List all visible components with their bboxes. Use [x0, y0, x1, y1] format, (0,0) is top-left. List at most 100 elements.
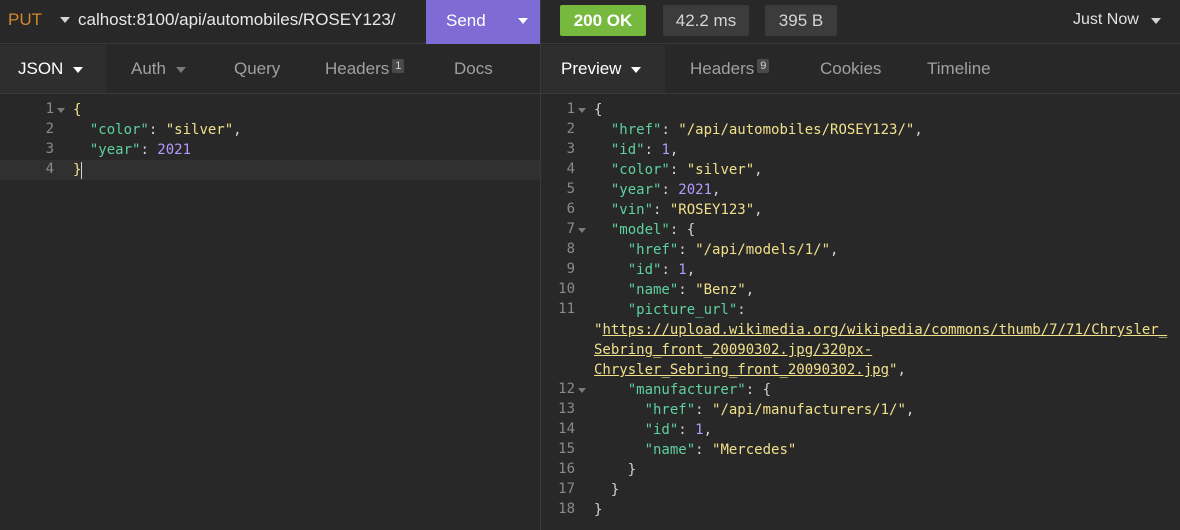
send-button[interactable]: Send: [426, 0, 540, 44]
json-number: 1: [661, 142, 670, 158]
tab-preview[interactable]: Preview: [561, 59, 642, 79]
code-line: "picture_url":: [627, 302, 746, 318]
code-line: }: [594, 462, 637, 478]
json-key: "href": [610, 122, 662, 138]
json-key: "model": [610, 222, 670, 238]
code-line: "manufacturer": {: [627, 382, 772, 398]
chevron-down-icon[interactable]: [60, 17, 70, 23]
json-string: "Benz": [695, 282, 746, 298]
picture-url-link[interactable]: Sebring_front_20090302.jpg/320px-: [594, 342, 872, 358]
json-key: "manufacturer": [627, 382, 746, 398]
code-line: {: [594, 102, 603, 118]
chevron-down-icon[interactable]: [1151, 18, 1161, 24]
json-key: "id": [627, 262, 662, 278]
picture-url-link[interactable]: https://upload.wikimedia.org/wikipedia/c…: [602, 322, 1167, 338]
line-number: 2: [45, 121, 54, 137]
top-bar: PUT calhost:8100/api/automobiles/ROSEY12…: [0, 0, 1180, 44]
headers-count-badge: 9: [757, 59, 770, 73]
line-number: 9: [566, 261, 575, 277]
tab-label: Auth: [131, 59, 166, 78]
json-key: "year": [89, 142, 141, 158]
json-string: "Mercedes": [712, 442, 797, 458]
fold-arrow-icon[interactable]: [57, 108, 65, 113]
tab-cookies[interactable]: Cookies: [820, 59, 881, 79]
json-string: "/api/manufacturers/1/": [712, 402, 906, 418]
url-input[interactable]: calhost:8100/api/automobiles/ROSEY123/: [78, 10, 420, 30]
line-number: 3: [566, 141, 575, 157]
line-number: 8: [566, 241, 575, 257]
method-selector[interactable]: PUT: [8, 10, 42, 30]
json-string: "ROSEY123": [669, 202, 755, 218]
line-number: 15: [558, 441, 575, 457]
response-size-badge: 395 B: [765, 5, 837, 36]
tab-auth[interactable]: Auth: [131, 59, 186, 79]
line-number: 4: [45, 161, 54, 177]
code-line: "year": 2021: [89, 142, 192, 158]
chevron-down-icon: [631, 66, 642, 73]
tab-response-headers[interactable]: Headers 9: [690, 59, 770, 79]
tab-query[interactable]: Query: [234, 59, 280, 79]
json-key: "year": [610, 182, 662, 198]
json-key: "name": [627, 282, 679, 298]
send-options-chevron-icon[interactable]: [518, 18, 528, 24]
json-string: "/api/models/1/": [695, 242, 831, 258]
code-line: }: [594, 502, 603, 518]
fold-arrow-icon[interactable]: [578, 388, 586, 393]
json-number: 2021: [678, 182, 713, 198]
text-cursor: [81, 161, 83, 179]
request-body-editor[interactable]: 1 2 3 4 { "color": "silver", "year": 202…: [0, 95, 540, 530]
json-key: "href": [627, 242, 679, 258]
code-line: "href": "/api/manufacturers/1/",: [644, 402, 915, 418]
json-key: "href": [644, 402, 696, 418]
json-key: "vin": [610, 202, 654, 218]
code-line: {: [73, 102, 82, 118]
fold-arrow-icon[interactable]: [578, 108, 586, 113]
tab-headers[interactable]: Headers 1: [325, 59, 405, 79]
tab-label: Docs: [454, 59, 493, 78]
line-number: 10: [558, 281, 575, 297]
response-time-badge: 42.2 ms: [663, 5, 749, 36]
code-line: "name": "Mercedes": [644, 442, 797, 458]
fold-arrow-icon[interactable]: [578, 228, 586, 233]
tab-label: Preview: [561, 59, 622, 78]
line-number: 16: [558, 461, 575, 477]
json-string: "silver": [165, 122, 234, 138]
code-line: Sebring_front_20090302.jpg/320px-: [594, 340, 872, 360]
json-key: "name": [644, 442, 696, 458]
response-preview[interactable]: 1 2 3 4 5 6 7 8 9 10 11 12 13 14 15 16 1…: [541, 95, 1180, 530]
json-number: 1: [695, 422, 704, 438]
json-key: "id": [644, 422, 679, 438]
code-line: "vin": "ROSEY123",: [610, 202, 763, 218]
tab-label: Headers: [325, 59, 390, 78]
json-number: 1: [678, 262, 687, 278]
line-number: 2: [566, 121, 575, 137]
code-line: }: [594, 482, 620, 498]
line-number: 12: [558, 381, 575, 397]
tab-docs[interactable]: Docs: [454, 59, 493, 79]
code-line: "https://upload.wikimedia.org/wikipedia/…: [594, 322, 1168, 338]
tab-label: Headers: [690, 59, 755, 78]
code-line: "id": 1,: [610, 142, 679, 158]
tab-timeline[interactable]: Timeline: [927, 59, 991, 79]
line-number: 1: [566, 101, 575, 117]
response-tabs: Preview Headers 9 Cookies Timeline: [541, 45, 1180, 94]
code-line: "name": "Benz",: [627, 282, 755, 298]
history-dropdown[interactable]: Just Now: [1073, 11, 1139, 29]
json-string: "/api/automobiles/ROSEY123/": [678, 122, 915, 138]
json-key: "color": [89, 122, 149, 138]
picture-url-link[interactable]: Chrysler_Sebring_front_20090302.jpg: [594, 362, 889, 378]
send-label: Send: [446, 11, 486, 30]
line-number: 6: [566, 201, 575, 217]
line-number: 13: [558, 401, 575, 417]
code-line: }: [73, 161, 83, 179]
tab-json[interactable]: JSON: [18, 59, 84, 79]
tab-label: Timeline: [927, 59, 991, 78]
json-key: "id": [610, 142, 645, 158]
line-number: 7: [566, 221, 575, 237]
line-number: 17: [558, 481, 575, 497]
json-number: 2021: [157, 142, 192, 158]
line-number: 4: [566, 161, 575, 177]
request-tabs: JSON Auth Query Headers 1 Docs: [0, 45, 540, 94]
line-number: 3: [45, 141, 54, 157]
line-number: 11: [558, 301, 575, 317]
